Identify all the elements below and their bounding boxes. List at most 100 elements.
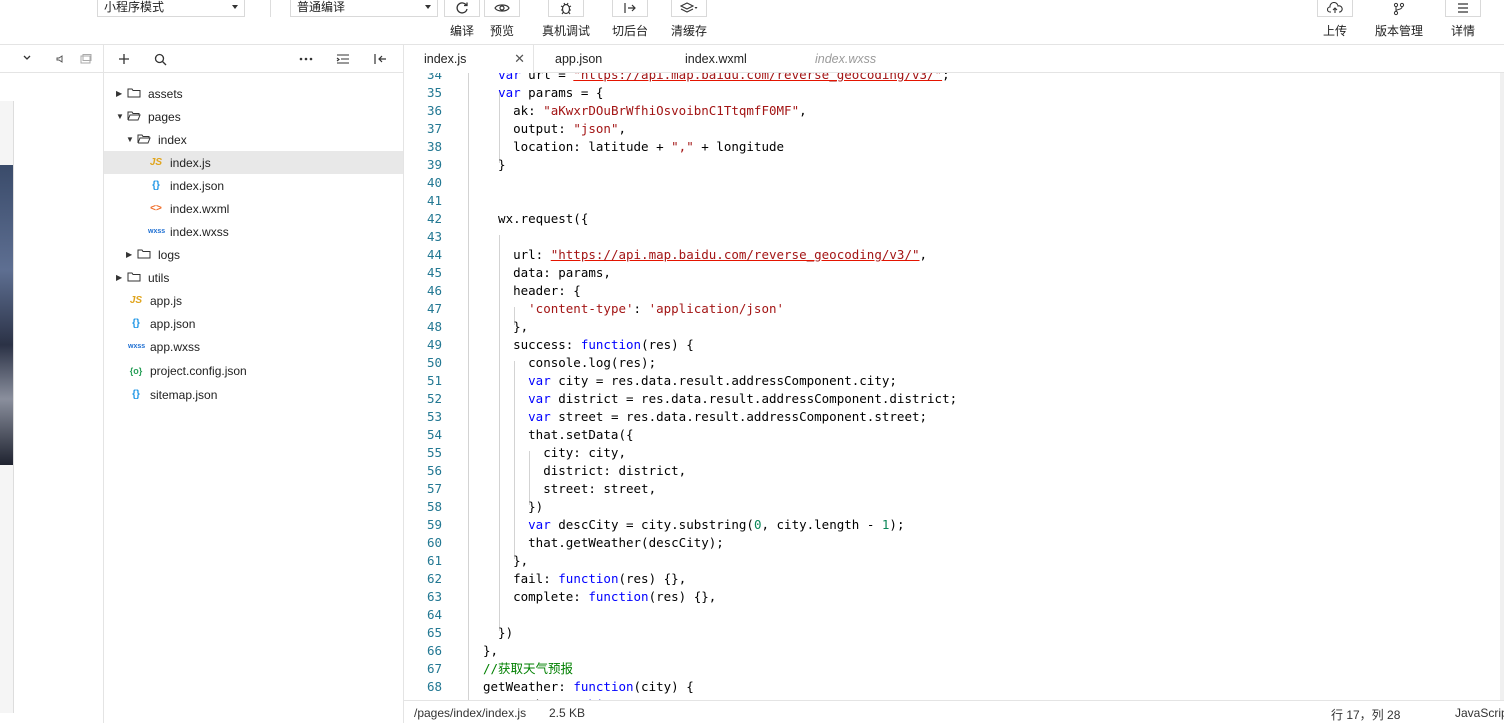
collapse-all-icon[interactable] — [335, 51, 351, 67]
code-line[interactable]: 59 var descCity = city.substring(0, city… — [404, 516, 1504, 534]
tree-folder-assets[interactable]: ▶ assets — [104, 82, 403, 105]
chevron-down-icon: ▼ — [126, 135, 134, 144]
version-label: 版本管理 — [1374, 24, 1423, 38]
code-line[interactable]: 58 }) — [404, 498, 1504, 516]
compile-button[interactable]: 编译 — [443, 0, 481, 45]
version-button[interactable]: 版本管理 — [1372, 0, 1426, 45]
code-text: //获取天气预报 — [483, 661, 574, 676]
code-line[interactable]: 50 console.log(res); — [404, 354, 1504, 372]
upload-button[interactable]: 上传 — [1316, 0, 1354, 45]
status-cursor-position[interactable]: 行 17，列 28 — [1331, 706, 1400, 723]
tree-file-app-js[interactable]: JS app.js — [104, 289, 403, 312]
code-line[interactable]: 40 — [404, 174, 1504, 192]
line-number: 40 — [426, 175, 442, 190]
tree-file-index-wxml[interactable]: <> index.wxml — [104, 197, 403, 220]
clear-cache-button[interactable]: 清缓存 — [668, 0, 710, 45]
code-line[interactable]: 53 var street = res.data.result.addressC… — [404, 408, 1504, 426]
folder-icon — [126, 271, 142, 285]
tab-index-wxml[interactable]: index.wxml — [665, 45, 795, 73]
line-number: 41 — [426, 193, 442, 208]
code-line[interactable]: 41 — [404, 192, 1504, 210]
background-label: 切后台 — [611, 24, 648, 38]
editor-scrollbar[interactable] — [1500, 73, 1504, 700]
background-button[interactable]: 切后台 — [608, 0, 652, 45]
code-line[interactable]: 44 url: "https://api.map.baidu.com/rever… — [404, 246, 1504, 264]
tree-file-sitemap[interactable]: {} sitemap.json — [104, 383, 403, 406]
code-area[interactable]: 34 var url = "https://api.map.baidu.com/… — [404, 73, 1504, 700]
wxss-file-icon: wxss — [148, 228, 166, 235]
code-line[interactable]: 48 }, — [404, 318, 1504, 336]
tree-file-index-json[interactable]: {} index.json — [104, 174, 403, 197]
code-line[interactable]: 49 success: function(res) { — [404, 336, 1504, 354]
code-line[interactable]: 39 } — [404, 156, 1504, 174]
folder-open-icon — [126, 110, 142, 124]
chevron-down-icon — [425, 5, 431, 9]
code-text: header: { — [483, 283, 581, 298]
window-icon[interactable] — [80, 53, 92, 67]
code-line[interactable]: 42 wx.request({ — [404, 210, 1504, 228]
code-line[interactable]: 45 data: params, — [404, 264, 1504, 282]
code-line[interactable]: 63 complete: function(res) {}, — [404, 588, 1504, 606]
code-line[interactable]: 57 street: street, — [404, 480, 1504, 498]
line-number: 43 — [426, 229, 442, 244]
code-line[interactable]: 51 var city = res.data.result.addressCom… — [404, 372, 1504, 390]
chevron-down-icon[interactable] — [22, 52, 32, 66]
volume-icon[interactable] — [56, 53, 66, 67]
code-line[interactable]: 68 getWeather: function(city) { — [404, 678, 1504, 696]
code-text: }) — [483, 499, 544, 514]
tree-file-app-wxss[interactable]: wxss app.wxss — [104, 335, 403, 358]
code-text: url: "https://api.map.baidu.com/reverse_… — [483, 247, 928, 262]
tree-folder-logs[interactable]: ▶ logs — [104, 243, 403, 266]
code-line[interactable]: 64 — [404, 606, 1504, 624]
tree-file-project-config[interactable]: {o} project.config.json — [104, 359, 403, 382]
code-line[interactable]: 46 header: { — [404, 282, 1504, 300]
tree-file-index-js[interactable]: JS index.js — [104, 151, 403, 174]
tree-file-index-wxss[interactable]: wxss index.wxss — [104, 220, 403, 243]
code-line[interactable]: 55 city: city, — [404, 444, 1504, 462]
code-text: data: params, — [483, 265, 611, 280]
plus-icon[interactable] — [116, 51, 132, 67]
code-line[interactable]: 36 ak: "aKwxrDOuBrWfhiOsvoibnC1TtqmfF0MF… — [404, 102, 1504, 120]
code-line[interactable]: 61 }, — [404, 552, 1504, 570]
close-icon[interactable]: ✕ — [514, 45, 525, 73]
code-line[interactable]: 34 var url = "https://api.map.baidu.com/… — [404, 73, 1504, 84]
code-line[interactable]: 47 'content-type': 'application/json' — [404, 300, 1504, 318]
tree-item-label: index.wxss — [170, 224, 229, 239]
code-line[interactable]: 38 location: latitude + "," + longitude — [404, 138, 1504, 156]
remote-debug-button[interactable]: 真机调试 — [538, 0, 594, 45]
preview-button[interactable]: 预览 — [482, 0, 522, 45]
code-line[interactable]: 67 //获取天气预报 — [404, 660, 1504, 678]
tab-index-js[interactable]: index.js ✕ — [404, 45, 534, 73]
tree-folder-index[interactable]: ▼ index — [104, 128, 403, 151]
status-language[interactable]: JavaScript — [1455, 706, 1504, 720]
code-text: output: "json", — [483, 121, 626, 136]
compile-select[interactable]: 普通编译 — [290, 0, 438, 17]
clear-cache-label: 清缓存 — [670, 24, 707, 38]
code-line[interactable]: 66}, — [404, 642, 1504, 660]
code-line[interactable]: 52 var district = res.data.result.addres… — [404, 390, 1504, 408]
tree-file-app-json[interactable]: {} app.json — [104, 312, 403, 335]
json-file-icon: {} — [132, 389, 140, 400]
more-icon[interactable] — [298, 51, 314, 67]
code-line[interactable]: 62 fail: function(res) {}, — [404, 570, 1504, 588]
line-number: 37 — [426, 121, 442, 136]
layers-icon — [671, 0, 707, 17]
toggle-sidebar-icon[interactable] — [372, 51, 388, 67]
code-line[interactable]: 35 var params = { — [404, 84, 1504, 102]
mode-select[interactable]: 小程序模式 — [97, 0, 245, 17]
line-number: 60 — [426, 535, 442, 550]
code-line[interactable]: 54 that.setData({ — [404, 426, 1504, 444]
code-line[interactable]: 60 that.getWeather(descCity); — [404, 534, 1504, 552]
code-line[interactable]: 43 — [404, 228, 1504, 246]
line-number: 47 — [426, 301, 442, 316]
search-icon[interactable] — [152, 51, 168, 67]
tree-folder-utils[interactable]: ▶ utils — [104, 266, 403, 289]
code-line[interactable]: 56 district: district, — [404, 462, 1504, 480]
code-line[interactable]: 37 output: "json", — [404, 120, 1504, 138]
tree-folder-pages[interactable]: ▼ pages — [104, 105, 403, 128]
tab-app-json[interactable]: app.json — [535, 45, 665, 73]
details-button[interactable]: 详情 — [1443, 0, 1483, 45]
code-line[interactable]: 65 }) — [404, 624, 1504, 642]
tab-index-wxss[interactable]: index.wxss — [795, 45, 925, 73]
code-text: var street = res.data.result.addressComp… — [528, 409, 928, 424]
